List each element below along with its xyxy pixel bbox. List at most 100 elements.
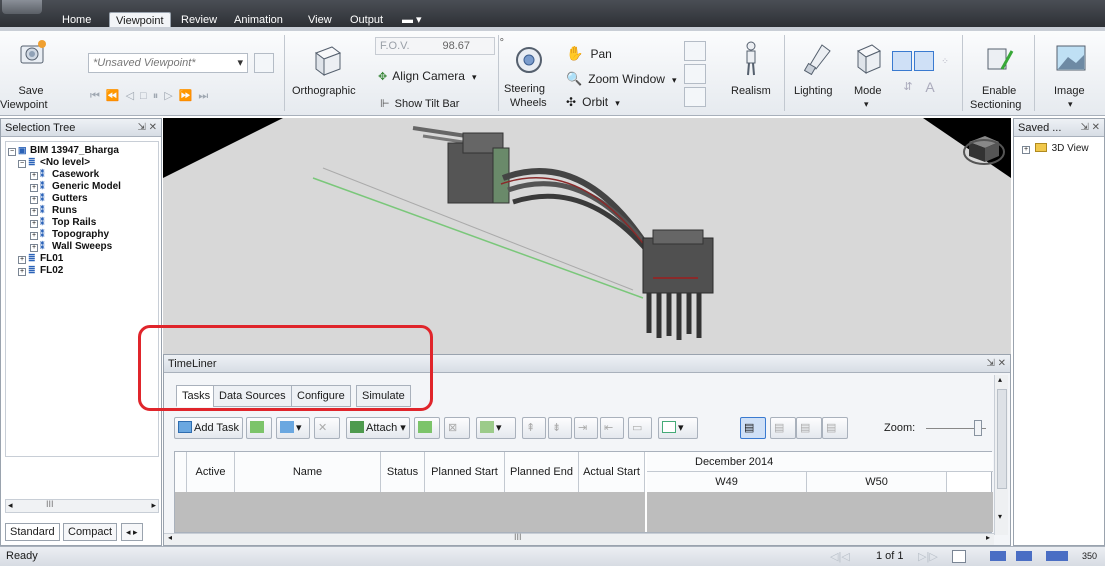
column-header-active[interactable]: Active bbox=[187, 452, 235, 492]
collapse-icon[interactable]: − bbox=[18, 160, 26, 168]
panel-pin-close-icon[interactable]: ⇲ ✕ bbox=[1080, 119, 1100, 137]
expand-icon[interactable]: + bbox=[30, 196, 38, 204]
timeliner-vertical-scrollbar[interactable]: ▴ ▾ bbox=[994, 375, 1008, 535]
expand-icon[interactable]: + bbox=[18, 256, 26, 264]
tree-item-category[interactable]: + ⁑ Runs bbox=[6, 204, 158, 216]
tree-item-root[interactable]: − ▣ BIM 13947_Bharga bbox=[6, 144, 158, 156]
column-header-name[interactable]: Name bbox=[235, 452, 381, 492]
panel-pin-close-icon[interactable]: ⇲ ✕ bbox=[986, 355, 1006, 373]
line-icon[interactable] bbox=[914, 51, 934, 71]
zoom-window-button[interactable]: 🔍 Zoom Window ▾ bbox=[566, 71, 677, 87]
find-items-button[interactable]: ▾ bbox=[476, 417, 516, 439]
expand-icon[interactable]: + bbox=[30, 208, 38, 216]
image-button[interactable]: Image ▾ bbox=[1044, 35, 1100, 113]
viewpoint-combo[interactable]: *Unsaved Viewpoint* ▾ bbox=[88, 53, 248, 73]
tree-horizontal-scrollbar[interactable]: ◂ III ▸ bbox=[5, 499, 159, 513]
chevron-right-icon[interactable]: ▸ bbox=[151, 500, 156, 511]
column-header-planned-end[interactable]: Planned End bbox=[505, 452, 579, 492]
tree-item-category[interactable]: + ⁑ Topography bbox=[6, 228, 158, 240]
tab-compact[interactable]: Compact bbox=[63, 523, 118, 541]
compare-gantt-button[interactable]: ▤ bbox=[822, 417, 848, 439]
chevron-left-icon[interactable]: ◂ bbox=[168, 533, 172, 542]
attach-button[interactable]: Attach ▾ bbox=[346, 417, 410, 439]
tree-item-level[interactable]: + ≣ FL01 bbox=[6, 252, 158, 264]
tree-item-category[interactable]: + ⁑ Generic Model bbox=[6, 180, 158, 192]
collapse-icon[interactable]: − bbox=[8, 148, 16, 156]
snap-icon[interactable]: ⇵ bbox=[900, 77, 916, 97]
tree-item-category[interactable]: + ⁑ Gutters bbox=[6, 192, 158, 204]
page-prev-buttons[interactable]: ◁|◁ bbox=[830, 550, 850, 563]
auto-attach-button[interactable] bbox=[414, 417, 440, 439]
tree-item-level[interactable]: + ≣ FL02 bbox=[6, 264, 158, 276]
save-viewpoint-button[interactable]: Save Viewpoint bbox=[0, 35, 64, 113]
scroll-thumb[interactable]: III bbox=[514, 532, 522, 542]
expand-icon[interactable]: + bbox=[18, 268, 26, 276]
steering-wheels-button[interactable]: Steering Wheels bbox=[504, 35, 556, 113]
more-nav-icon[interactable] bbox=[684, 87, 706, 107]
tab-view[interactable]: View bbox=[302, 12, 338, 28]
insert-task-button[interactable]: ▾ bbox=[276, 417, 310, 439]
scroll-thumb[interactable] bbox=[997, 389, 1007, 489]
tree-item-level[interactable]: − ≣ <No level> bbox=[6, 156, 158, 168]
tree-item-category[interactable]: + ⁑ Wall Sweeps bbox=[6, 240, 158, 252]
video-dropdown-icon[interactable]: ▬ ▾ bbox=[396, 12, 428, 28]
planned-gantt-button[interactable]: ▤ bbox=[770, 417, 796, 439]
fov-field[interactable]: F.O.V. 98.67 ° bbox=[375, 37, 504, 55]
tab-standard[interactable]: Standard bbox=[5, 523, 60, 541]
columns-button[interactable]: ▾ bbox=[658, 417, 698, 439]
add-task-button[interactable]: Add Task bbox=[174, 417, 244, 439]
expand-icon[interactable]: + bbox=[30, 172, 38, 180]
actual-gantt-button[interactable]: ▤ bbox=[796, 417, 822, 439]
navigation-small-buttons[interactable] bbox=[684, 41, 706, 109]
task-grid-body[interactable] bbox=[175, 492, 645, 532]
indent-button[interactable]: ⇥ bbox=[574, 417, 598, 439]
column-header-planned-start[interactable]: Planned Start bbox=[425, 452, 505, 492]
tab-viewpoint[interactable]: Viewpoint bbox=[109, 12, 171, 28]
expand-icon[interactable]: + bbox=[1022, 146, 1030, 154]
show-gantt-button[interactable]: ▤ bbox=[740, 417, 766, 439]
delete-task-button[interactable]: ✕ bbox=[314, 417, 340, 439]
display-mode-buttons[interactable]: ⁘ ⇵ A bbox=[892, 51, 954, 99]
page-next-buttons[interactable]: ▷|▷ bbox=[918, 550, 938, 563]
sheet-browser-icon[interactable] bbox=[952, 550, 966, 563]
saved-viewpoint-item[interactable]: + 3D View bbox=[1022, 143, 1089, 154]
viewpoint-nav-buttons[interactable]: ⏮⏪◁□⏸▷⏩⏭ bbox=[90, 89, 280, 105]
tree-item-category[interactable]: + ⁑ Top Rails bbox=[6, 216, 158, 228]
auto-add-tasks-button[interactable] bbox=[246, 417, 272, 439]
viewpoint-edit-icon[interactable] bbox=[254, 53, 274, 73]
expand-icon[interactable]: + bbox=[30, 244, 38, 252]
panel-pin-close-icon[interactable]: ⇲ ✕ bbox=[137, 119, 157, 137]
outdent-button[interactable]: ⇤ bbox=[600, 417, 624, 439]
orthographic-button[interactable]: Orthographic bbox=[290, 35, 370, 113]
column-header-status[interactable]: Status bbox=[381, 452, 425, 492]
move-up-button[interactable]: ⇞ bbox=[522, 417, 546, 439]
tab-output[interactable]: Output bbox=[344, 12, 389, 28]
timeliner-horizontal-scrollbar[interactable]: ◂ III ▸ bbox=[164, 532, 994, 545]
expand-icon[interactable]: + bbox=[30, 220, 38, 228]
pan-button[interactable]: ✋ Pan bbox=[566, 45, 612, 62]
column-header-actual-start[interactable]: Actual Start bbox=[579, 452, 645, 492]
align-camera-button[interactable]: ✥ Align Camera ▾ bbox=[378, 69, 477, 87]
enable-sectioning-button[interactable]: Enable Sectioning bbox=[968, 35, 1030, 113]
realism-button[interactable]: Realism bbox=[724, 35, 778, 113]
tab-review[interactable]: Review bbox=[175, 12, 223, 28]
expand-icon[interactable]: + bbox=[30, 232, 38, 240]
mode-button[interactable]: Mode ▾ bbox=[848, 35, 888, 113]
reset-button[interactable]: ⊠ bbox=[444, 417, 470, 439]
wireframe-icon[interactable] bbox=[892, 51, 912, 71]
chevron-left-icon[interactable]: ◂ bbox=[8, 500, 13, 511]
comment-button[interactable]: ▭ bbox=[628, 417, 652, 439]
gantt-chart-body[interactable] bbox=[647, 492, 993, 532]
look-icon[interactable] bbox=[684, 64, 706, 84]
walk-icon[interactable] bbox=[684, 41, 706, 61]
chevron-right-icon[interactable]: ▸ bbox=[986, 533, 990, 542]
orbit-button[interactable]: ✣ Orbit ▾ bbox=[566, 95, 620, 109]
tab-animation[interactable]: Animation bbox=[228, 12, 289, 28]
scroll-thumb[interactable]: III bbox=[46, 499, 54, 509]
chevron-up-icon[interactable]: ▴ bbox=[998, 375, 1002, 384]
zoom-slider-thumb[interactable] bbox=[974, 420, 982, 436]
tree-item-category[interactable]: + ⁑ Casework bbox=[6, 168, 158, 180]
3d-viewport[interactable] bbox=[163, 118, 1011, 354]
chevron-down-icon[interactable]: ▾ bbox=[998, 512, 1002, 521]
points-icon[interactable]: ⁘ bbox=[936, 51, 954, 71]
